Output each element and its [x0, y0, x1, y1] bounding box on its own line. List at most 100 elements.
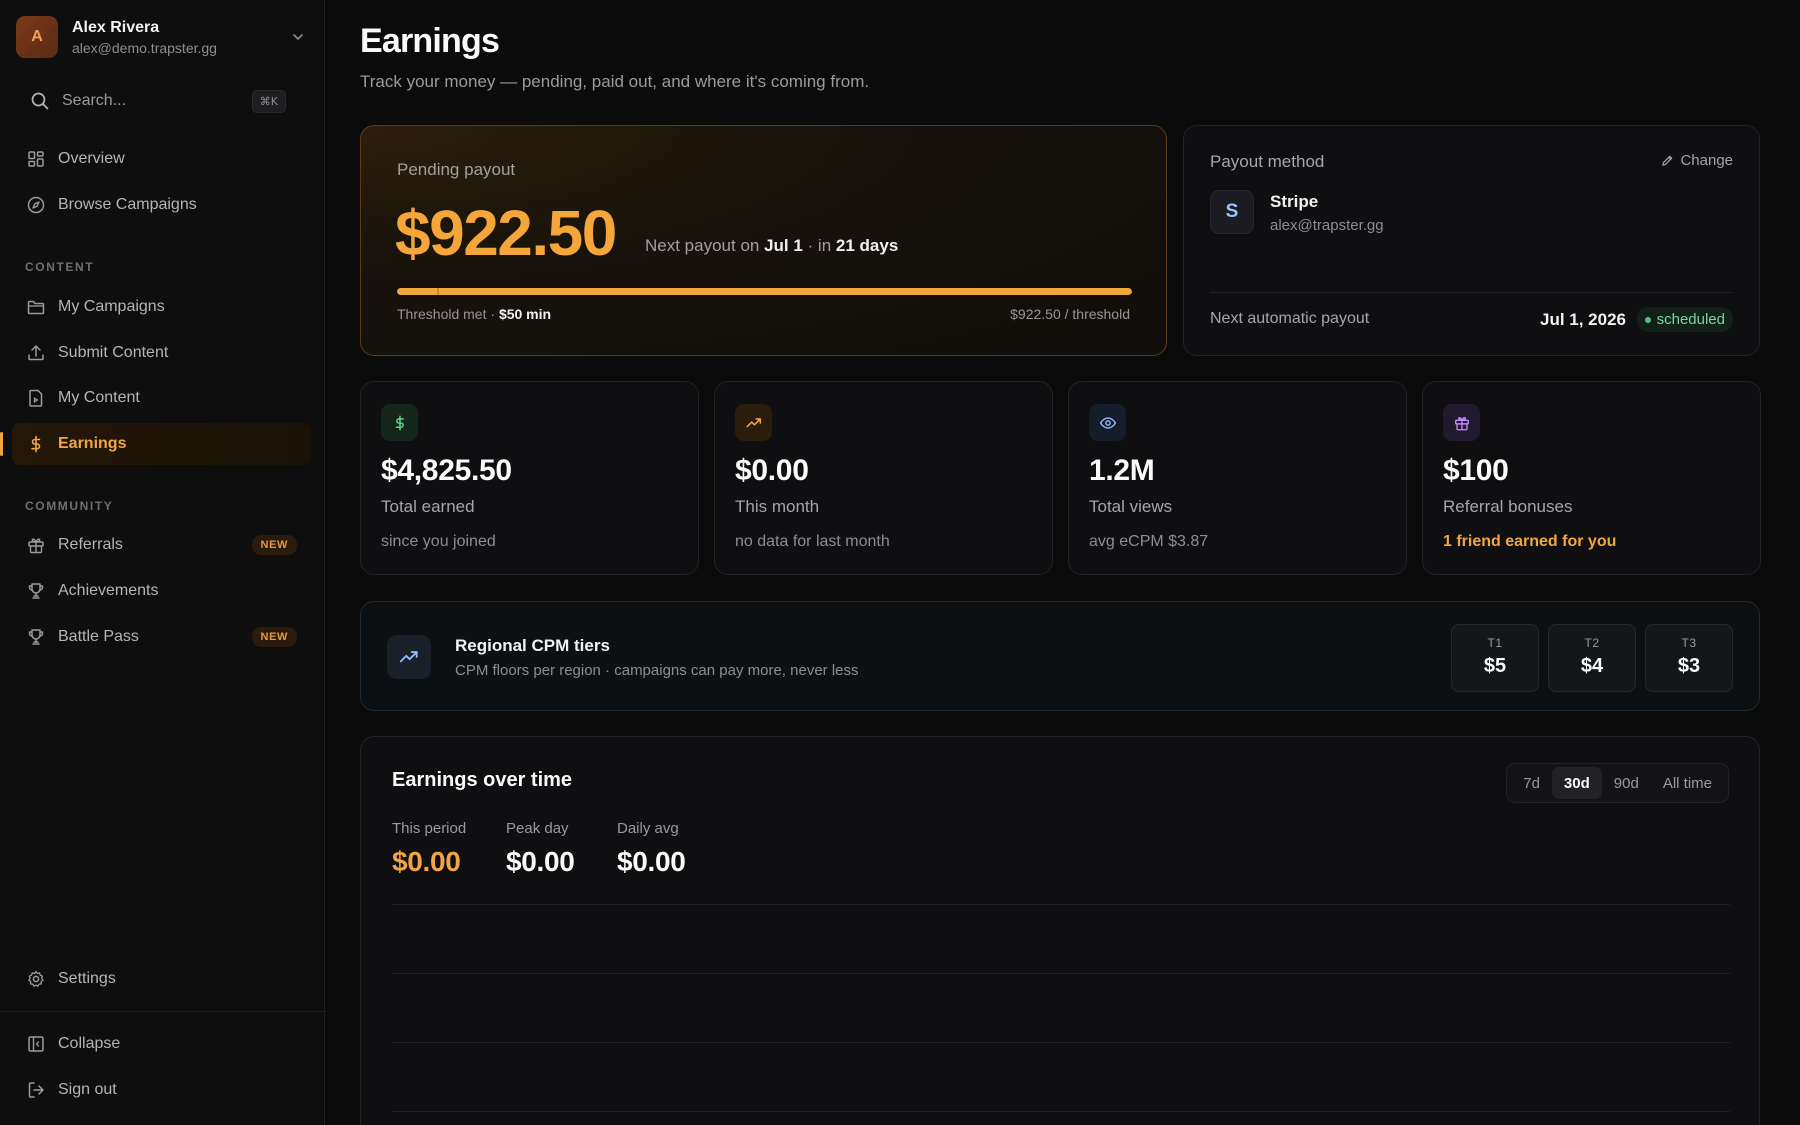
user-menu[interactable]: A Alex Rivera alex@demo.trapster.gg	[16, 16, 309, 58]
stat-label: Referral bonuses	[1443, 497, 1573, 516]
new-badge: NEW	[251, 627, 297, 647]
chart-gridline	[392, 904, 1730, 905]
gift-icon	[28, 538, 44, 554]
metric-value: $0.00	[506, 846, 575, 877]
trophy-icon	[28, 629, 44, 645]
range-30d-button[interactable]: 30d	[1551, 767, 1602, 799]
pending-payout-card: Pending payout $922.50 Next payout on Ju…	[360, 125, 1167, 356]
user-email: alex@demo.trapster.gg	[72, 39, 217, 56]
stat-subtext: no data for last month	[735, 533, 890, 550]
trending-up-icon	[387, 635, 431, 679]
cpm-title: Regional CPM tiers	[455, 636, 610, 655]
payout-provider: Stripe	[1270, 192, 1319, 211]
status-badge: scheduled	[1636, 307, 1733, 332]
next-payout-text: Next payout on Jul 1 · in 21 days	[645, 236, 898, 256]
sidebar-item-my-content[interactable]: My Content	[12, 377, 311, 419]
sidebar-item-label: Collapse	[58, 1035, 121, 1052]
next-payout-days: 21 days	[835, 236, 899, 255]
metric-this-period: This period $0.00	[392, 820, 466, 878]
active-indicator	[0, 432, 3, 456]
chart-gridline	[392, 973, 1730, 974]
chart-title: Earnings over time	[392, 769, 573, 791]
status-label: scheduled	[1656, 311, 1725, 328]
file-video-icon	[29, 389, 43, 407]
tier-value: $3	[1677, 655, 1701, 677]
tier-value: $5	[1483, 655, 1507, 677]
search-button[interactable]: Search... ⌘K	[16, 84, 300, 118]
auto-payout-date: Jul 1, 2026	[1539, 310, 1626, 329]
next-payout-mid: · in	[802, 236, 836, 255]
search-label: Search...	[62, 92, 127, 109]
grid-icon	[28, 151, 44, 167]
stat-card-total-earned: $4,825.50 Total earned since you joined	[360, 381, 699, 575]
metric-label: This period	[392, 820, 467, 837]
payout-method-title: Payout method	[1210, 152, 1325, 171]
sidebar-item-collapse[interactable]: Collapse	[12, 1023, 311, 1065]
sidebar-item-sign-out[interactable]: Sign out	[12, 1069, 311, 1111]
folder-icon	[27, 300, 45, 315]
sidebar-item-earnings[interactable]: Earnings	[12, 423, 311, 465]
metric-label: Peak day	[506, 820, 569, 837]
page-title: Earnings	[360, 22, 500, 60]
stat-card-total-views: 1.2M Total views avg eCPM $3.87	[1068, 381, 1407, 575]
stripe-logo: S	[1210, 190, 1254, 234]
payout-method-card: Payout method Change S Stripe alex@traps…	[1183, 125, 1760, 356]
user-name: Alex Rivera	[72, 18, 160, 36]
sidebar-item-settings[interactable]: Settings	[12, 958, 311, 1000]
stat-subtext: avg eCPM $3.87	[1089, 533, 1209, 550]
tier-card: T3 $3	[1645, 624, 1733, 692]
sidebar-item-label: Browse Campaigns	[58, 196, 197, 213]
threshold-progress-fill	[397, 288, 1132, 295]
section-label-community: COMMUNITY	[25, 499, 114, 513]
range-7d-button[interactable]: 7d	[1511, 767, 1552, 799]
trophy-icon	[28, 583, 44, 599]
range-all-time-button[interactable]: All time	[1651, 767, 1724, 799]
next-payout-date: Jul 1	[764, 236, 803, 255]
sidebar-item-referrals[interactable]: Referrals NEW	[12, 524, 311, 566]
metric-label: Daily avg	[617, 820, 679, 837]
sidebar-item-battle-pass[interactable]: Battle Pass NEW	[12, 616, 311, 658]
sidebar-item-achievements[interactable]: Achievements	[12, 570, 311, 612]
stat-card-referral-bonuses: $100 Referral bonuses 1 friend earned fo…	[1422, 381, 1761, 575]
auto-payout-label: Next automatic payout	[1210, 310, 1370, 327]
gear-icon	[28, 970, 44, 987]
earnings-chart-card: Earnings over time 7d 30d 90d All time T…	[360, 736, 1760, 1125]
log-out-icon	[28, 1082, 44, 1098]
sidebar-item-label: My Campaigns	[58, 298, 165, 315]
sidebar-item-browse-campaigns[interactable]: Browse Campaigns	[12, 184, 311, 226]
stat-value: $4,825.50	[381, 454, 512, 487]
payout-email: alex@trapster.gg	[1270, 217, 1384, 234]
sidebar-item-overview[interactable]: Overview	[12, 138, 311, 180]
dollar-icon	[381, 404, 418, 441]
threshold-min: $50 min	[498, 306, 552, 322]
sidebar-item-submit-content[interactable]: Submit Content	[12, 332, 311, 374]
range-90d-button[interactable]: 90d	[1602, 767, 1651, 799]
next-payout-prefix: Next payout on	[645, 236, 765, 255]
stat-label: This month	[735, 497, 820, 516]
search-icon	[31, 92, 49, 110]
gift-icon	[1443, 404, 1480, 441]
change-label: Change	[1680, 152, 1733, 169]
metric-peak-day: Peak day $0.00	[506, 820, 575, 878]
threshold-prefix: Threshold met ·	[397, 306, 499, 322]
tier-name: T2	[1584, 636, 1600, 650]
avatar: A	[16, 16, 58, 58]
sidebar-item-my-campaigns[interactable]: My Campaigns	[12, 286, 311, 328]
sidebar-item-label: My Content	[58, 389, 140, 406]
shortcut-badge: ⌘K	[251, 89, 286, 113]
user-info: Alex Rivera alex@demo.trapster.gg	[72, 19, 291, 56]
threshold-marker	[437, 288, 439, 295]
status-dot	[1644, 316, 1651, 323]
sidebar-item-label: Earnings	[58, 435, 127, 452]
tier-card: T1 $5	[1451, 624, 1539, 692]
chart-gridline	[392, 1111, 1730, 1112]
threshold-progress-bar	[397, 288, 1132, 295]
stat-value: $0.00	[735, 454, 809, 487]
dollar-icon	[31, 435, 41, 453]
eye-icon	[1089, 404, 1126, 441]
threshold-ratio: $922.50 / threshold	[1010, 306, 1130, 322]
change-payout-button[interactable]: Change	[1661, 152, 1733, 169]
threshold-status: Threshold met · $50 min	[397, 306, 551, 322]
stat-card-this-month: $0.00 This month no data for last month	[714, 381, 1053, 575]
tier-name: T1	[1487, 636, 1503, 650]
